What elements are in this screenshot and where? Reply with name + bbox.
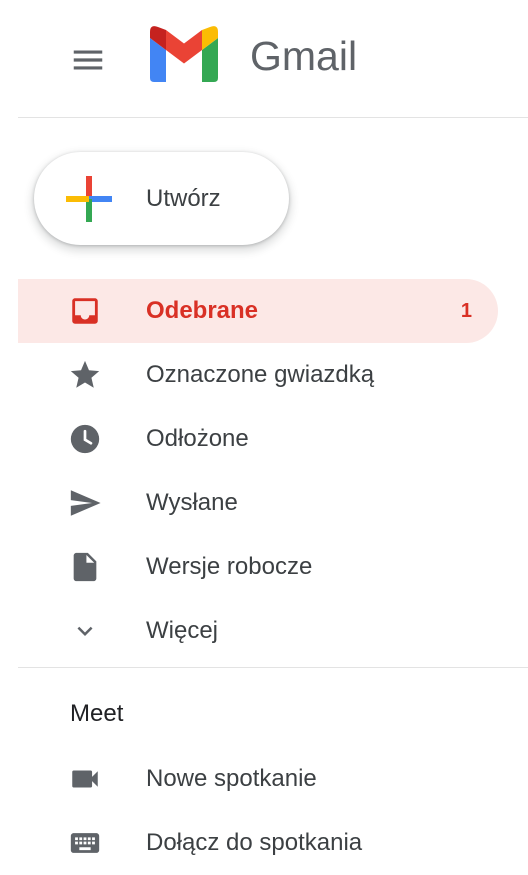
unread-count-badge: 1 <box>460 300 472 322</box>
gmail-logo[interactable] <box>148 24 220 82</box>
nav-item-label: Wersje robocze <box>146 553 313 580</box>
chevron-down-icon <box>68 615 102 647</box>
star-icon <box>68 359 102 391</box>
nav-item-more[interactable]: Więcej <box>18 599 498 663</box>
video-camera-icon <box>68 763 102 795</box>
keyboard-icon <box>68 827 102 859</box>
clock-icon <box>68 423 102 455</box>
plus-icon <box>66 176 112 222</box>
gmail-m-logo-icon <box>150 26 218 82</box>
nav-item-drafts[interactable]: Wersje robocze <box>18 535 498 599</box>
hamburger-menu-icon <box>73 50 103 70</box>
draft-icon <box>68 551 102 583</box>
header-divider <box>18 117 528 118</box>
nav-item-label: Wysłane <box>146 489 238 516</box>
app-name: Gmail <box>250 33 358 79</box>
nav-item-label: Odłożone <box>146 425 249 452</box>
send-icon <box>68 487 102 519</box>
section-divider <box>18 667 528 668</box>
meet-section-title: Meet <box>70 700 124 727</box>
main-menu-button[interactable] <box>62 34 114 86</box>
compose-button[interactable]: Utwórz <box>34 152 289 245</box>
nav-item-label: Oznaczone gwiazdką <box>146 361 375 388</box>
nav-item-label: Odebrane <box>146 297 259 324</box>
nav-item-sent[interactable]: Wysłane <box>18 471 498 535</box>
nav-item-label: Nowe spotkanie <box>146 765 317 792</box>
meet-item-join-meeting[interactable]: Dołącz do spotkania <box>18 811 498 875</box>
nav-item-starred[interactable]: Oznaczone gwiazdką <box>18 343 498 407</box>
app-header: Gmail <box>0 0 528 118</box>
nav-item-inbox[interactable]: Odebrane 1 <box>18 279 498 343</box>
meet-item-new-meeting[interactable]: Nowe spotkanie <box>18 747 498 811</box>
nav-item-snoozed[interactable]: Odłożone <box>18 407 498 471</box>
inbox-icon <box>68 295 102 327</box>
nav-item-label: Więcej <box>146 617 219 644</box>
nav-item-label: Dołącz do spotkania <box>146 829 363 856</box>
compose-label: Utwórz <box>146 185 221 212</box>
